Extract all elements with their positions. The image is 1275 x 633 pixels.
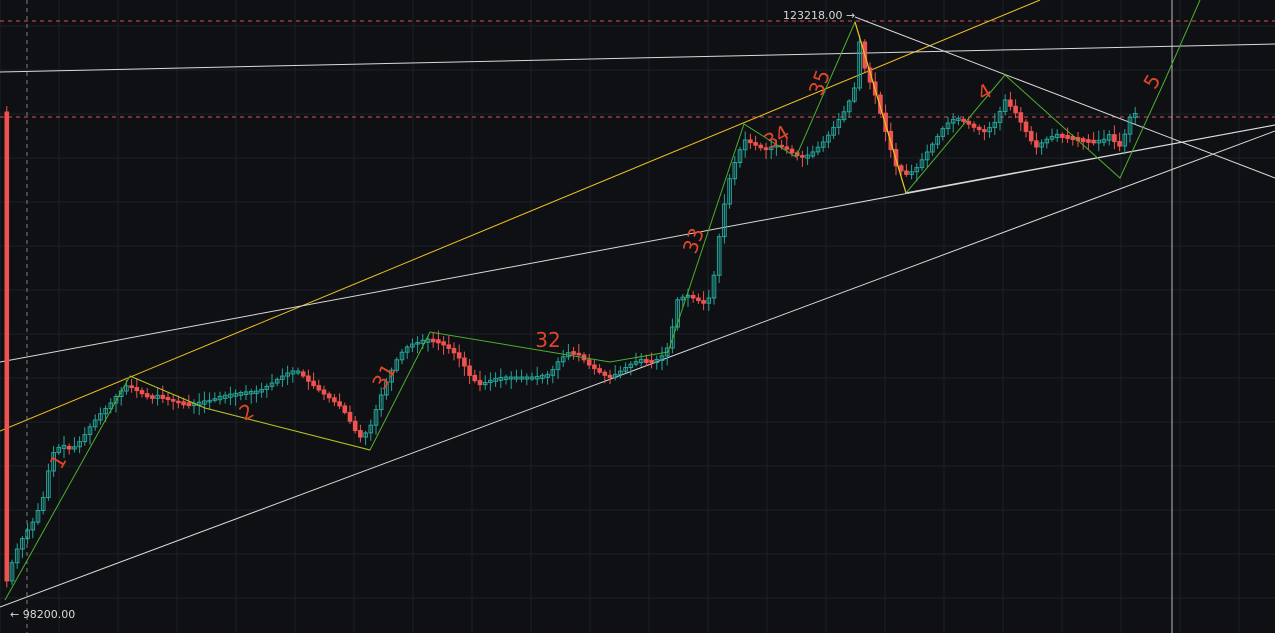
candle-body	[701, 300, 706, 304]
candle-body	[150, 395, 155, 399]
candle-body	[321, 389, 327, 395]
candle-body	[134, 387, 140, 392]
candle-body	[139, 390, 145, 395]
candle-body	[576, 352, 582, 356]
candle-body	[342, 405, 348, 413]
high-price-label: 123218.00 →	[783, 9, 855, 22]
candle-body	[446, 344, 452, 349]
candle-body	[800, 155, 805, 158]
candle-body	[358, 430, 363, 438]
candle-body	[1028, 130, 1034, 142]
candle-body	[696, 297, 701, 302]
candle-body	[300, 371, 306, 377]
candle-body	[971, 123, 977, 128]
candle-body	[160, 394, 166, 399]
candle-body	[337, 401, 342, 407]
candle-body	[784, 146, 790, 150]
candle-body	[586, 359, 592, 366]
candle-body	[690, 294, 696, 299]
candle-body	[436, 339, 441, 344]
chart-background	[0, 0, 1275, 633]
candle-body	[1112, 134, 1117, 143]
candle-body	[176, 400, 181, 404]
candle-body	[1013, 105, 1018, 114]
candle-body	[472, 374, 478, 382]
candle-body	[1086, 139, 1091, 143]
candle-body	[961, 118, 966, 122]
candle-body	[1091, 139, 1096, 144]
low-price-label: ← 98200.00	[10, 608, 75, 621]
candle-body	[477, 380, 483, 386]
candle-body	[165, 396, 171, 401]
candle-body	[649, 359, 654, 364]
candle-body	[352, 420, 358, 432]
candle-body	[316, 385, 322, 391]
candle-body	[1065, 134, 1070, 139]
candle-body	[898, 165, 904, 172]
candle-body	[966, 120, 972, 125]
wave-label-32: 32	[535, 328, 560, 352]
candle-body	[456, 352, 462, 359]
candle-body	[758, 144, 764, 149]
candle-body	[1117, 141, 1122, 147]
candle-body	[904, 170, 909, 175]
candle-body	[129, 385, 134, 389]
candle-body	[170, 399, 176, 402]
candle-body	[1080, 138, 1086, 143]
candle-body	[441, 341, 446, 346]
candle-body	[982, 129, 987, 133]
candle-body	[571, 351, 576, 355]
candle-body	[462, 357, 467, 367]
candle-body	[753, 142, 758, 146]
candle-body	[326, 393, 332, 399]
price-chart[interactable]: 123132333435 4 5 123218.00 → ← 98200.00	[0, 0, 1275, 633]
candle-body	[4, 111, 10, 582]
candle-body	[592, 364, 597, 370]
candle-body	[1008, 99, 1013, 107]
candle-body	[976, 126, 982, 131]
candle-body	[306, 375, 311, 382]
candle-body	[332, 397, 337, 403]
candle-body	[181, 401, 186, 406]
candle-body	[467, 365, 472, 376]
candle-body	[1060, 133, 1065, 138]
candle-body	[597, 368, 602, 373]
candle-body	[789, 148, 795, 154]
candle-body	[607, 374, 613, 379]
candle-body	[430, 338, 436, 343]
candle-body	[186, 402, 192, 407]
candle-body	[66, 445, 72, 450]
candle-body	[1034, 140, 1039, 148]
candle-body	[1023, 121, 1029, 132]
candle-body	[748, 139, 753, 144]
candle-body	[347, 411, 353, 422]
candle-body	[311, 380, 316, 387]
candle-body	[1018, 112, 1024, 123]
candle-body	[144, 393, 150, 398]
candle-body	[644, 358, 649, 363]
candle-body	[602, 371, 608, 376]
candle-body	[451, 347, 457, 354]
